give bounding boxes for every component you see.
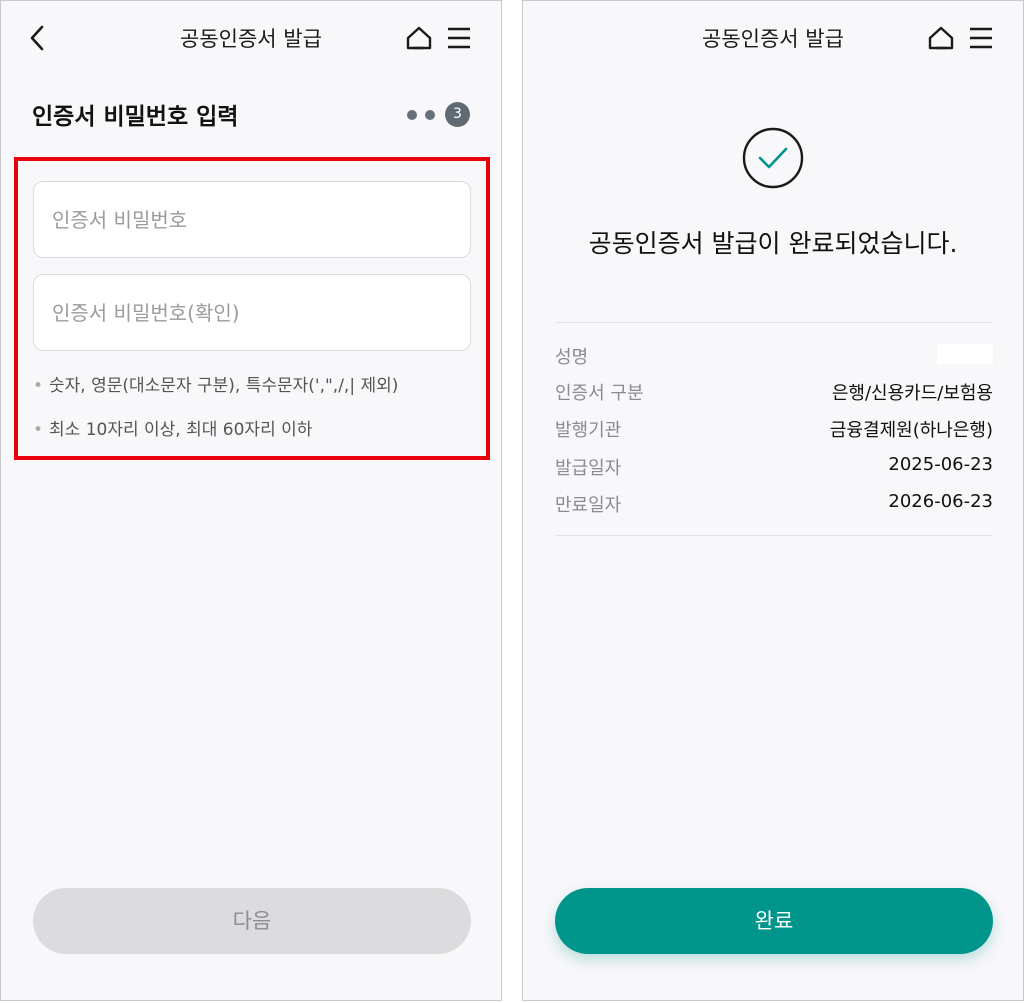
divider: [555, 322, 993, 323]
info-row-expiry-date: 만료일자 2026-06-23: [555, 491, 993, 516]
step-dot: [425, 110, 435, 120]
hamburger-menu-icon[interactable]: [969, 27, 993, 49]
info-row-issuer: 발행기관 금융결제원(하나은행): [555, 420, 993, 441]
password-rule-hint: • 숫자, 영문(대소문자 구분), 특수문자(',",/,| 제외): [33, 376, 399, 396]
step-dot: [407, 110, 417, 120]
app-header: 공동인증서 발급: [1, 1, 501, 77]
issuance-complete-screen: 공동인증서 발급 공동인증서 발급이 완료되었습니다. 성명 인증서 구분 은행…: [522, 0, 1024, 1001]
current-step-badge: 3: [445, 102, 470, 127]
home-icon[interactable]: [405, 25, 433, 51]
divider: [555, 535, 993, 536]
bullet-icon: •: [33, 420, 44, 440]
completion-message: 공동인증서 발급이 완료되었습니다.: [588, 229, 958, 258]
info-row-name: 성명: [555, 343, 993, 369]
info-row-cert-type: 인증서 구분 은행/신용카드/보험용: [555, 383, 993, 404]
info-row-issue-date: 발급일자 2025-06-23: [555, 454, 993, 479]
password-entry-screen: 공동인증서 발급 인증서 비밀번호 입력 3 • 숫자, 영문(대소문자 구분),…: [0, 0, 502, 1001]
next-button[interactable]: 다음: [33, 888, 471, 954]
bullet-icon: •: [33, 376, 44, 396]
masked-name: [937, 344, 993, 364]
password-input[interactable]: [33, 181, 471, 258]
password-length-hint: • 최소 10자리 이상, 최대 60자리 이하: [33, 420, 313, 440]
password-confirm-input[interactable]: [33, 274, 471, 351]
done-button[interactable]: 완료: [555, 888, 993, 954]
home-icon[interactable]: [927, 25, 955, 51]
checkmark-circle-icon: [742, 127, 804, 189]
section-title: 인증서 비밀번호 입력: [32, 104, 239, 130]
hamburger-menu-icon[interactable]: [447, 27, 471, 49]
app-header: 공동인증서 발급: [523, 1, 1023, 77]
